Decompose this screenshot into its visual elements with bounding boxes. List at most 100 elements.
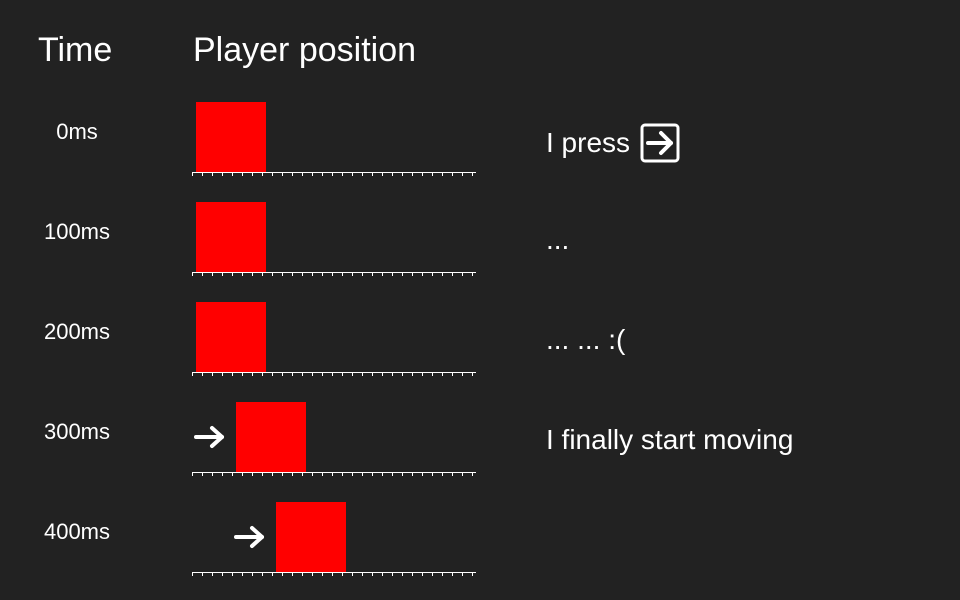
ruler-tick [362,273,363,276]
ruler-tick [272,273,273,276]
ruler-tick [442,373,443,376]
comment-text: ... ... :( [546,324,626,355]
ruler-tick [312,173,313,176]
ruler-tick [302,173,303,176]
ruler-tick [392,573,393,576]
ruler-tick [352,273,353,276]
ruler-tick [192,273,193,276]
ruler-tick [412,173,413,176]
player-block [196,102,266,172]
ruler-tick [252,173,253,176]
ruler-tick [462,473,463,476]
ruler-tick [352,573,353,576]
ruler-tick [302,473,303,476]
ruler-tick [362,173,363,176]
ruler-baseline [192,372,476,373]
ruler-tick [302,273,303,276]
ruler-tick [292,573,293,576]
ruler-tick [282,473,283,476]
ruler-tick [212,373,213,376]
ruler-tick [212,273,213,276]
ruler-tick [432,173,433,176]
row-comment: I press [546,123,680,163]
comment-text: ... [546,224,570,255]
ruler-tick [312,573,313,576]
ruler-baseline [192,172,476,173]
ruler-tick [422,173,423,176]
timeline-row-100ms: 100ms ... [0,202,960,302]
position-ruler [192,172,476,176]
ruler-tick [332,373,333,376]
ruler-tick [402,273,403,276]
ruler-tick [472,273,473,276]
ruler-tick [342,273,343,276]
player-block [196,302,266,372]
ruler-tick [462,373,463,376]
ruler-tick [212,473,213,476]
ruler-tick [332,273,333,276]
ruler-tick [452,573,453,576]
ruler-tick [472,173,473,176]
ruler-tick [392,173,393,176]
ruler-tick [232,173,233,176]
ruler-tick [352,473,353,476]
ruler-tick [242,273,243,276]
ruler-tick [422,473,423,476]
ruler-tick [452,373,453,376]
ruler-tick [412,373,413,376]
ruler-tick [412,573,413,576]
player-block [196,202,266,272]
ruler-tick [252,273,253,276]
ruler-tick [192,173,193,176]
ruler-tick [242,373,243,376]
timeline-row-300ms: 300ms I finally start moving [0,402,960,502]
ruler-tick [402,373,403,376]
ruler-tick [342,573,343,576]
comment-text: I press [546,127,631,158]
ruler-tick [472,373,473,376]
ruler-tick [282,273,283,276]
ruler-tick [342,373,343,376]
ruler-tick [222,173,223,176]
ruler-tick [262,373,263,376]
ruler-tick [312,273,313,276]
ruler-tick [192,373,193,376]
ruler-tick [272,173,273,176]
ruler-tick [432,473,433,476]
ruler-tick [352,373,353,376]
ruler-tick [292,173,293,176]
ruler-tick [372,473,373,476]
ruler-tick [442,473,443,476]
ruler-tick [322,173,323,176]
ruler-tick [282,173,283,176]
ruler-tick [322,473,323,476]
ruler-tick [272,473,273,476]
timeline-row-400ms: 400ms [0,502,960,600]
ruler-tick [332,573,333,576]
ruler-tick [382,173,383,176]
ruler-tick [232,473,233,476]
ruler-tick [272,373,273,376]
ruler-tick [202,273,203,276]
ruler-tick [432,273,433,276]
ruler-tick [342,473,343,476]
ruler-tick [422,273,423,276]
ruler-tick [242,473,243,476]
time-label: 200ms [43,319,111,344]
time-label: 300ms [43,419,111,444]
ruler-tick [372,573,373,576]
ruler-tick [292,273,293,276]
time-label: 400ms [43,519,111,544]
ruler-tick [202,173,203,176]
ruler-tick [372,373,373,376]
ruler-tick [342,173,343,176]
ruler-baseline [192,572,476,573]
ruler-tick [202,573,203,576]
player-position-column-header: Player position [193,31,417,69]
ruler-tick [232,373,233,376]
row-comment: ... [546,223,569,257]
time-label: 100ms [43,219,111,244]
right-arrow-key-icon [640,123,680,163]
position-ruler [192,372,476,376]
ruler-tick [302,373,303,376]
